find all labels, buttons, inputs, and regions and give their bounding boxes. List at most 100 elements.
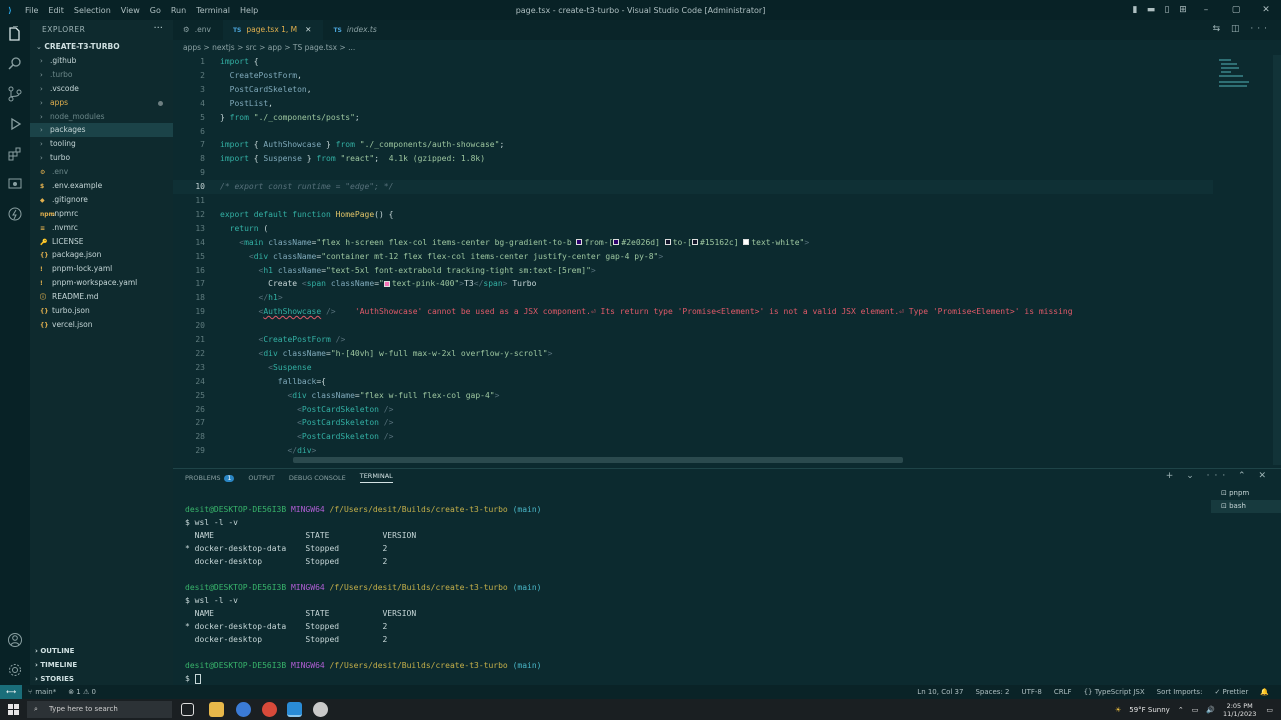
code-line[interactable]: 3 PostCardSkeleton, [173,83,1213,97]
code-line[interactable]: 22 <div className="h-[40vh] w-full max-w… [173,347,1213,361]
edge-browser-icon[interactable] [236,702,251,717]
minimap[interactable] [1217,55,1267,465]
menu-run[interactable]: Run [171,6,186,15]
code-line[interactable]: 8 import { Suspense } from "react"; 4.1k … [173,152,1213,166]
close-window-button[interactable]: ✕ [1251,5,1281,15]
code-line[interactable]: 18 </h1> [173,291,1213,305]
layout-secondary-icon[interactable]: ▯ [1159,5,1175,15]
code-line[interactable]: 26 <PostCardSkeleton /> [173,403,1213,417]
tree-item-apps[interactable]: › apps [30,96,173,110]
code-line[interactable]: 2 CreatePostForm, [173,69,1213,83]
tab-index-ts[interactable]: TS index.ts [323,20,388,40]
tree-item-gitignore[interactable]: ◆ .gitignore [30,193,173,207]
code-line[interactable]: 23 <Suspense [173,361,1213,375]
tree-item-turbo[interactable]: › turbo [30,151,173,165]
code-line[interactable]: 11 [173,194,1213,208]
tree-item-readme-md[interactable]: ⓘ README.md [30,290,173,304]
tree-item-env-example[interactable]: $ .env.example [30,179,173,193]
explorer-icon[interactable] [7,26,23,42]
file-explorer-icon[interactable] [209,702,224,717]
tree-item-tooling[interactable]: › tooling [30,137,173,151]
status-item[interactable]: Spaces: 2 [975,688,1009,696]
status-item[interactable]: UTF-8 [1021,688,1041,696]
code-line[interactable]: 29 </div> [173,444,1213,458]
chrome-icon[interactable] [262,702,277,717]
status-item[interactable]: ✓ Prettier [1214,688,1248,696]
task-view-icon[interactable] [181,703,194,716]
vertical-scrollbar[interactable] [1273,55,1281,465]
code-line[interactable]: 10 /* export const runtime = "edge"; */ [173,180,1213,194]
menu-help[interactable]: Help [240,6,258,15]
code-line[interactable]: 24 fallback={ [173,375,1213,389]
notification-center-icon[interactable]: ▭ [1266,706,1273,714]
outline-section[interactable]: › OUTLINE [30,644,173,658]
terminal-instance-pnpm[interactable]: ⊡ pnpm [1211,487,1281,500]
code-line[interactable]: 17 Create <span className=" text-pink-400… [173,277,1213,291]
menu-view[interactable]: View [121,6,140,15]
layout-sidebar-icon[interactable]: ▮ [1127,5,1143,15]
horizontal-scrollbar[interactable] [293,457,903,463]
tree-item-package-json[interactable]: {} package.json [30,248,173,262]
menu-file[interactable]: File [25,6,38,15]
code-line[interactable]: 13 return ( [173,222,1213,236]
timeline-section[interactable]: › TIMELINE [30,658,173,672]
status-item[interactable]: Ln 10, Col 37 [917,688,963,696]
status-item[interactable]: CRLF [1054,688,1072,696]
code-line[interactable]: 14 <main className="flex h-screen flex-c… [173,236,1213,250]
menu-edit[interactable]: Edit [48,6,64,15]
windows-start-icon[interactable] [8,704,19,715]
stories-section[interactable]: › STORIES [30,672,173,686]
copilot-icon[interactable] [7,206,23,222]
settings-gear-icon[interactable] [7,662,23,678]
customize-layout-icon[interactable]: ⊞ [1175,5,1191,15]
volume-icon[interactable]: 🔊 [1206,706,1215,714]
menu-terminal[interactable]: Terminal [196,6,230,15]
editor-actions[interactable]: ⇆ ◫ ··· [1213,24,1271,34]
run-debug-icon[interactable] [7,116,23,132]
menu-go[interactable]: Go [150,6,161,15]
status-item[interactable]: {} TypeScript JSX [1084,688,1145,696]
obs-icon[interactable] [313,702,328,717]
panel-tab-debug-console[interactable]: DEBUG CONSOLE [289,474,346,482]
status-item[interactable]: Sort Imports: [1157,688,1203,696]
terminal-output[interactable]: desit@DESKTOP-DE56I3B MINGW64 /f/Users/d… [185,503,1185,685]
tree-item-turbo[interactable]: › .turbo [30,68,173,82]
tree-item-pnpm-lock-yaml[interactable]: ! pnpm-lock.yaml [30,262,173,276]
code-line[interactable]: 4 PostList, [173,97,1213,111]
more-actions-icon[interactable]: ··· [153,23,163,34]
tree-item-github[interactable]: › .github [30,54,173,68]
problems-count[interactable]: ⊗ 1 ⚠ 0 [68,688,96,696]
code-line[interactable]: 19 <AuthShowcase /> 'AuthShowcase' canno… [173,305,1213,319]
code-line[interactable]: 20 [173,319,1213,333]
extensions-icon[interactable] [7,146,23,162]
code-line[interactable]: 27 <PostCardSkeleton /> [173,416,1213,430]
layout-panel-icon[interactable]: ▬ [1143,5,1159,15]
code-line[interactable]: 28 <PostCardSkeleton /> [173,430,1213,444]
branch-name[interactable]: main* [35,688,56,696]
vscode-taskbar-icon[interactable] [287,702,302,717]
menu-selection[interactable]: Selection [74,6,111,15]
panel-actions[interactable]: + ⌄ ··· ⌃ ✕ [1166,471,1271,481]
code-line[interactable]: 1 import { [173,55,1213,69]
weather-text[interactable]: 59°F Sunny [1129,706,1170,714]
code-line[interactable]: 7 import { AuthShowcase } from "./_compon… [173,138,1213,152]
tree-item-license[interactable]: 🔑 LICENSE [30,235,173,249]
code-line[interactable]: 12 export default function HomePage() { [173,208,1213,222]
account-icon[interactable] [7,632,23,648]
tree-item-turbo-json[interactable]: {} turbo.json [30,304,173,318]
tree-item-vscode[interactable]: › .vscode [30,82,173,96]
tree-item-vercel-json[interactable]: {} vercel.json [30,318,173,332]
tree-item-node-modules[interactable]: › node_modules [30,110,173,124]
search-icon[interactable] [7,56,23,72]
tree-item-nvmrc[interactable]: ≡ .nvmrc [30,221,173,235]
maximize-button[interactable]: ▢ [1221,5,1251,15]
code-line[interactable]: 5} from "./_components/posts"; [173,111,1213,125]
tree-item-packages[interactable]: › packages [30,123,173,138]
close-tab-icon[interactable]: ✕ [305,25,311,34]
code-line[interactable]: 16 <h1 className="text-5xl font-extrabol… [173,264,1213,278]
code-editor[interactable]: 1 import {2 CreatePostForm, 3 PostCardSkel… [173,55,1281,465]
code-line[interactable]: 15 <div className="container mt-12 flex … [173,250,1213,264]
source-control-icon[interactable] [7,86,23,102]
tree-item-npmrc[interactable]: npm.npmrc [30,207,173,221]
tab-env[interactable]: ⚙ .env [173,20,223,40]
